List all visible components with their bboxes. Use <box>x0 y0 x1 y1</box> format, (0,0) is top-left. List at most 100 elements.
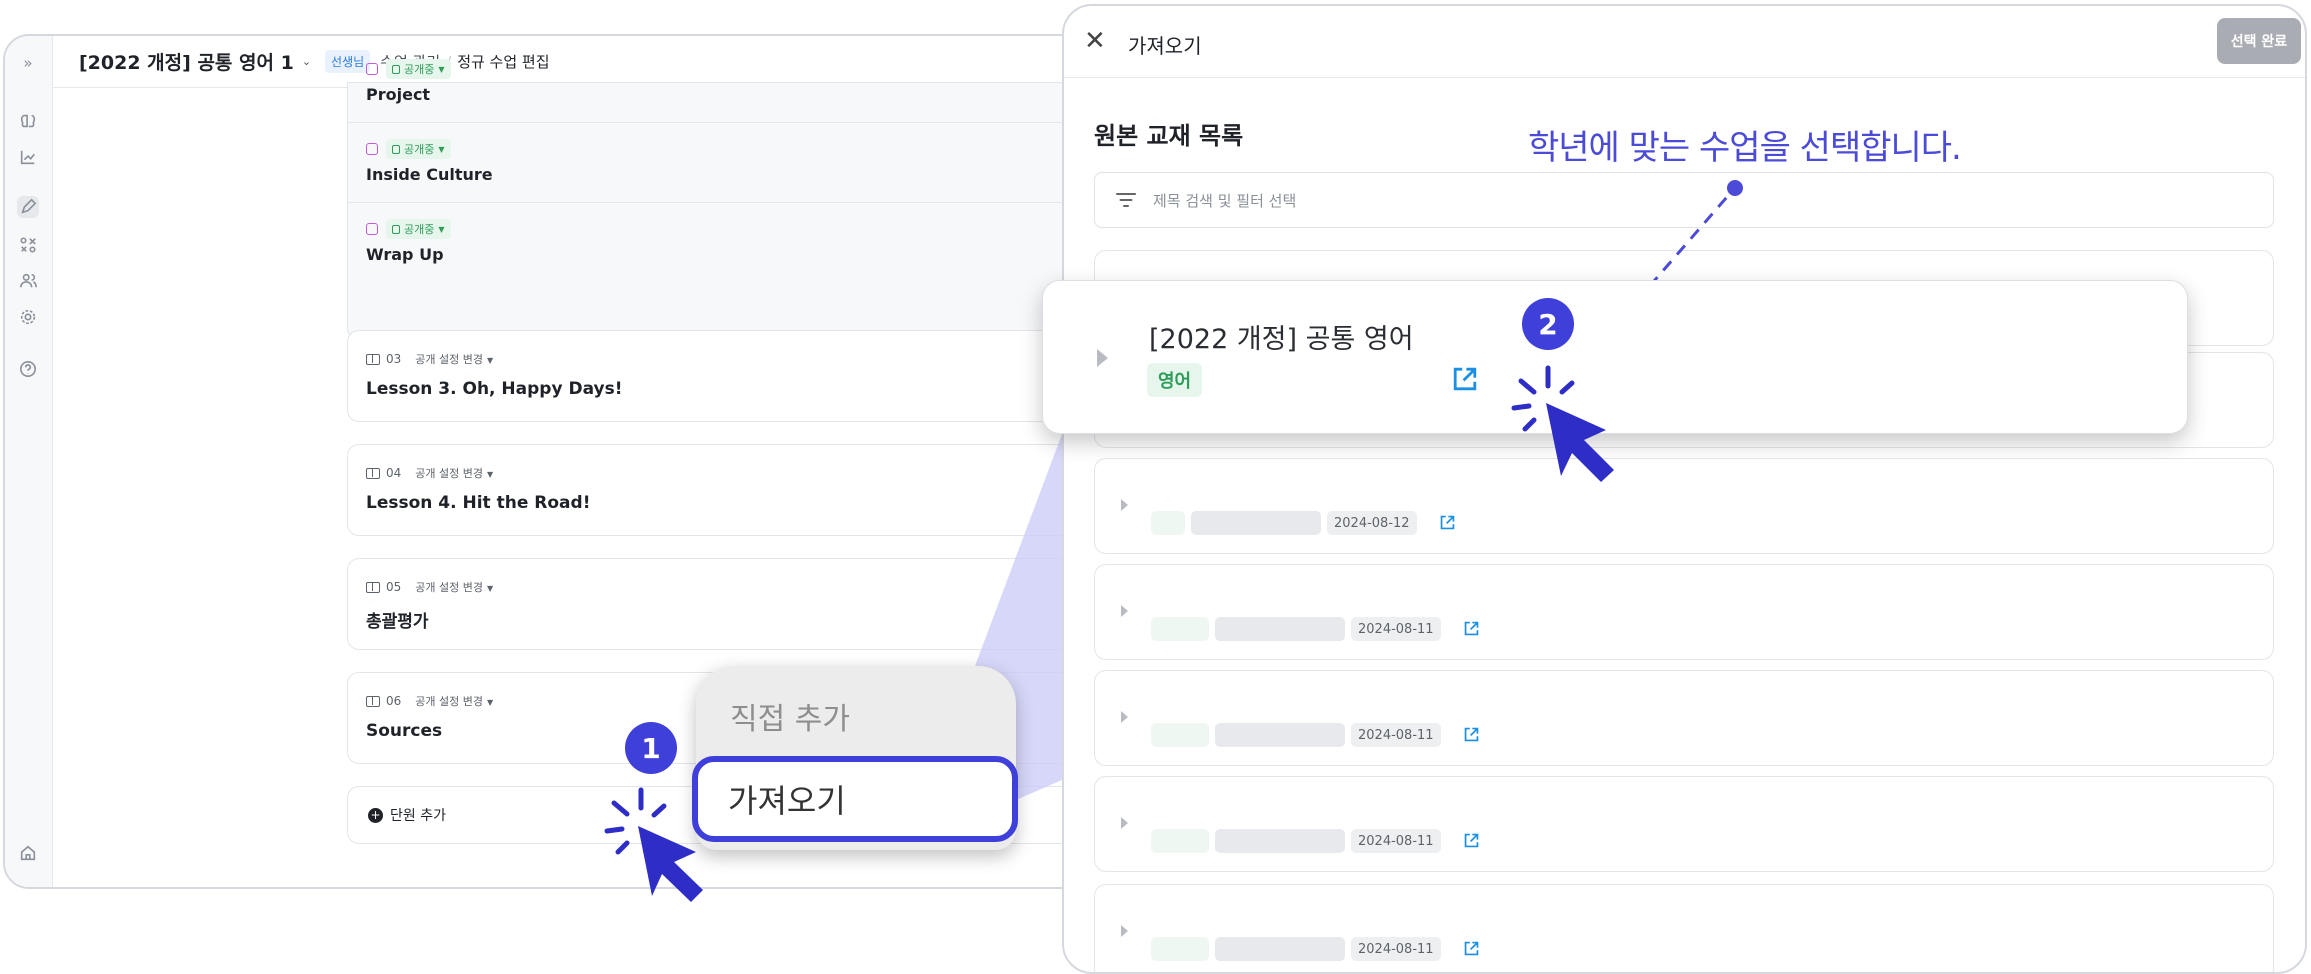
date-chip: 2024-08-11 <box>1351 723 1441 747</box>
status-row: 공개중 ▼ <box>366 139 451 159</box>
unit-card[interactable]: 05 공개 설정 변경 ▼ 총괄평가 <box>347 558 1107 650</box>
left-rail: » <box>5 36 53 887</box>
highlighted-book-card[interactable]: [2022 개정] 공통 영어 영어 <box>1042 280 2188 434</box>
caret-down-icon: ▼ <box>487 470 494 479</box>
subject-tag: 영어 <box>1147 363 1203 397</box>
book-row[interactable]: 2024-08-11 <box>1094 670 2274 766</box>
visibility-setting[interactable]: 공개 설정 변경 ▼ <box>415 579 493 595</box>
caret-down-icon: ▼ <box>438 64 445 74</box>
caret-down-icon: ▼ <box>487 356 494 365</box>
lesson-item[interactable]: 공개중 ▼ Project <box>348 43 1106 123</box>
status-pill[interactable]: 공개중 ▼ <box>386 59 451 79</box>
status-pill[interactable]: 공개중 ▼ <box>386 219 451 239</box>
unit-number: 06 <box>386 694 402 708</box>
chart-icon[interactable] <box>17 146 39 168</box>
date-chip: 2024-08-11 <box>1351 617 1441 641</box>
expand-icon[interactable]: » <box>17 52 39 74</box>
tag-placeholder <box>1151 937 1209 961</box>
guide-text: 학년에 맞는 수업을 선택합니다. <box>1528 128 1962 168</box>
book-row[interactable]: 2024-08-12 <box>1094 458 2274 554</box>
title-placeholder <box>1215 829 1345 853</box>
date-chip: 2024-08-11 <box>1351 829 1441 853</box>
select-done-button[interactable]: 선택 완료 <box>2217 18 2301 64</box>
cube-icon <box>366 63 378 75</box>
external-link-icon[interactable] <box>1463 832 1480 849</box>
date-chip: 2024-08-12 <box>1327 511 1417 535</box>
course-title[interactable]: [2022 개정] 공통 영어 1 <box>79 48 294 75</box>
visibility-setting[interactable]: 공개 설정 변경 ▼ <box>415 465 493 481</box>
unit-meta: 03 공개 설정 변경 ▼ <box>366 351 493 367</box>
cube-icon <box>366 223 378 235</box>
date-chip: 2024-08-11 <box>1351 937 1441 961</box>
panel-header: ✕ 가져오기 선택 완료 <box>1064 6 2305 78</box>
visibility-setting-label: 공개 설정 변경 <box>415 695 483 708</box>
external-link-icon[interactable] <box>1451 365 1479 393</box>
lesson-item[interactable]: 공개중 ▼ Inside Culture <box>348 123 1106 203</box>
unit-meta: 04 공개 설정 변경 ▼ <box>366 465 493 481</box>
book-row[interactable]: 2024-08-11 <box>1094 564 2274 660</box>
direct-add-menu-item[interactable]: 직접 추가 <box>730 694 850 738</box>
visibility-setting-label: 공개 설정 변경 <box>415 581 483 594</box>
plus-circle-icon: + <box>368 807 383 823</box>
step-badge-1: 1 <box>625 722 677 774</box>
panel-title: 가져오기 <box>1128 34 1202 58</box>
visibility-setting[interactable]: 공개 설정 변경 ▼ <box>415 693 493 709</box>
import-menu-label: 가져오기 <box>728 782 846 820</box>
caret-right-icon[interactable] <box>1121 499 1128 511</box>
caret-down-icon: ▼ <box>487 698 494 707</box>
help-icon[interactable] <box>17 358 39 380</box>
unit-card[interactable]: 03 공개 설정 변경 ▼ Lesson 3. Oh, Happy Days! <box>347 330 1107 422</box>
brain-icon[interactable] <box>17 110 39 132</box>
pencil-icon[interactable] <box>17 196 39 218</box>
external-link-icon[interactable] <box>1439 514 1456 531</box>
status-row: 공개중 ▼ <box>366 59 451 79</box>
lesson-group-card: 공개중 ▼ Project 공개중 ▼ Inside Culture 공개중 ▼ Wr… <box>347 59 1107 340</box>
caret-right-icon[interactable] <box>1121 605 1128 617</box>
lesson-item[interactable]: 공개중 ▼ Wrap Up <box>366 203 1106 283</box>
caret-down-icon: ▼ <box>487 584 494 593</box>
status-text: 공개중 <box>404 143 435 156</box>
visibility-setting[interactable]: 공개 설정 변경 ▼ <box>415 351 493 367</box>
add-menu-dropdown: 직접 추가 가져오기 <box>692 666 1018 850</box>
title-placeholder <box>1215 937 1345 961</box>
unit-meta: 06 공개 설정 변경 ▼ <box>366 693 493 709</box>
search-placeholder: 제목 검색 및 필터 선택 <box>1153 191 1297 210</box>
filter-icon[interactable] <box>1115 193 1137 207</box>
cube-icon <box>366 143 378 155</box>
caret-right-icon[interactable] <box>1121 711 1128 723</box>
home-icon[interactable] <box>17 842 39 864</box>
settings-icon[interactable] <box>17 306 39 328</box>
tag-placeholder <box>1151 511 1185 535</box>
lesson-item-title: Wrap Up <box>366 245 444 264</box>
tag-placeholder <box>1151 829 1209 853</box>
chevron-down-icon[interactable]: ⌄ <box>302 55 311 68</box>
book-title: [2022 개정] 공통 영어 <box>1149 324 1414 355</box>
search-filter-input[interactable]: 제목 검색 및 필터 선택 <box>1094 172 2274 228</box>
book-icon <box>366 353 380 365</box>
caret-right-icon[interactable] <box>1121 817 1128 829</box>
external-link-icon[interactable] <box>1463 726 1480 743</box>
title-placeholder <box>1215 723 1345 747</box>
book-row[interactable]: 2024-08-11 <box>1094 776 2274 872</box>
import-menu-item[interactable]: 가져오기 <box>692 756 1018 842</box>
book-icon <box>366 581 380 593</box>
step-badge-2: 2 <box>1522 298 1574 350</box>
book-row[interactable]: 2024-08-11 <box>1094 884 2274 972</box>
tag-placeholder <box>1151 723 1209 747</box>
caret-down-icon: ▼ <box>438 224 445 234</box>
external-link-icon[interactable] <box>1463 620 1480 637</box>
unit-title: Lesson 4. Hit the Road! <box>366 493 591 513</box>
grid-icon[interactable] <box>17 234 39 256</box>
caret-right-icon[interactable] <box>1097 349 1108 367</box>
unit-number: 05 <box>386 580 402 594</box>
lock-icon <box>392 64 400 74</box>
unit-title: Sources <box>366 721 443 741</box>
users-icon[interactable] <box>17 270 39 292</box>
unit-card[interactable]: 04 공개 설정 변경 ▼ Lesson 4. Hit the Road! <box>347 444 1107 536</box>
close-icon[interactable]: ✕ <box>1084 28 1106 54</box>
book-icon <box>366 467 380 479</box>
caret-right-icon[interactable] <box>1121 925 1128 937</box>
unit-title: Lesson 3. Oh, Happy Days! <box>366 379 623 399</box>
status-pill[interactable]: 공개중 ▼ <box>386 139 451 159</box>
external-link-icon[interactable] <box>1463 940 1480 957</box>
